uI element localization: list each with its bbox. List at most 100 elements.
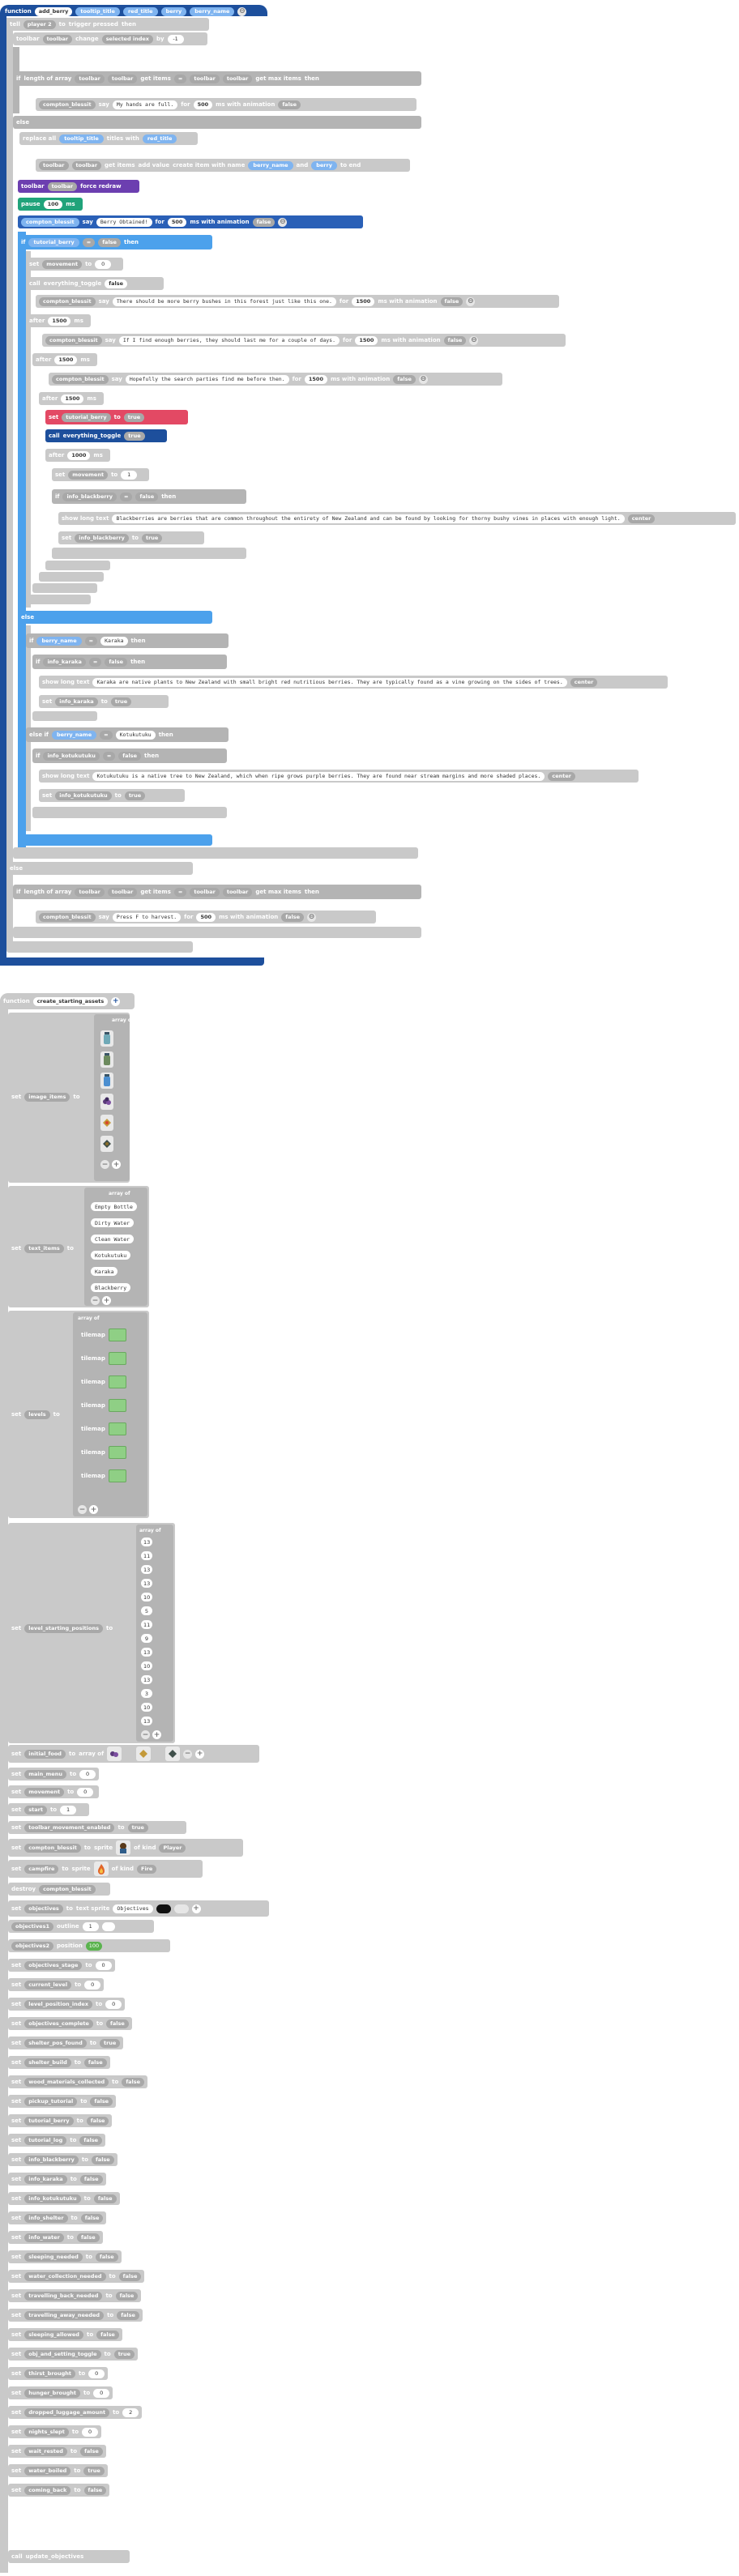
sprite-dropdown[interactable]: compton_blessit <box>39 296 96 306</box>
info-karaka-var[interactable]: info_karaka <box>55 697 98 706</box>
set-variable-block[interactable]: set obj_and_setting_toggle to true <box>8 2348 139 2361</box>
berry-name-var[interactable]: berry_name <box>51 730 97 740</box>
param-tooltip-title[interactable]: tooltip_title <box>75 6 120 16</box>
after-block-2[interactable]: after 1500 ms <box>32 353 97 366</box>
objectives-var[interactable]: objectives1 <box>11 1921 53 1931</box>
tilemap-thumbnail-icon[interactable] <box>108 1352 126 1365</box>
text-item-dirty-water[interactable]: Dirty Water <box>91 1218 135 1227</box>
function-add-berry-header[interactable]: function add_berry tooltip_title red_tit… <box>2 5 250 18</box>
variable-dropdown[interactable]: sleeping_allowed <box>24 2330 83 2339</box>
set-variable-block[interactable]: set sleeping_allowed to false <box>8 2328 122 2341</box>
variable-dropdown[interactable]: sleeping_needed <box>24 2252 83 2262</box>
set-image-items-block[interactable]: set image_items to <box>8 1090 83 1103</box>
say-find-block[interactable]: compton_blessit say If I find enough ber… <box>42 334 566 347</box>
param-berry[interactable]: berry <box>160 6 187 16</box>
position-value[interactable]: 13 <box>141 1565 153 1574</box>
value-input[interactable]: false <box>80 2213 104 2223</box>
long-text[interactable]: Kotukutuku is a native tree to New Zeala… <box>92 771 545 781</box>
red-title-var[interactable]: red_title <box>142 134 177 143</box>
position-value[interactable]: 10 <box>141 1661 153 1670</box>
array-remove-icon[interactable]: − <box>141 1730 150 1739</box>
else-if-kotukutuku-block[interactable]: else if berry_name = Kotukutuku then <box>26 727 229 742</box>
after-duration[interactable]: 1500 <box>48 316 71 326</box>
set-variable-block[interactable]: set level_position_index to 0 <box>8 1998 126 2011</box>
pause-block[interactable]: pause 100 ms <box>18 198 83 211</box>
level-starting-positions-var[interactable]: level_starting_positions <box>24 1623 103 1633</box>
array-add-icon[interactable]: + <box>112 1160 121 1169</box>
food-kotukutuku-icon[interactable] <box>107 1746 122 1761</box>
start-var[interactable]: start <box>24 1805 47 1815</box>
set-movement-block-2[interactable]: set movement to 1 <box>52 468 149 481</box>
call-toggle-block[interactable]: call everything_toggle false <box>26 277 164 290</box>
value-input[interactable]: false <box>91 2155 114 2164</box>
set-variable-block[interactable]: set tutorial_berry to false <box>8 2114 113 2127</box>
duration-dropdown[interactable]: 1500 <box>355 335 378 345</box>
sprite-dropdown[interactable]: compton_blessit <box>39 100 96 109</box>
set-variable-block[interactable]: set info_blackberry to false <box>8 2153 117 2166</box>
text-item-clean-water[interactable]: Clean Water <box>91 1235 135 1243</box>
value-input[interactable]: false <box>96 2330 119 2339</box>
variable-dropdown[interactable]: travelling_away_needed <box>24 2310 105 2320</box>
if-tutorial-block[interactable]: if tutorial_berry = false then <box>18 235 212 249</box>
berry-name-var[interactable]: berry_name <box>36 636 82 646</box>
value-input[interactable]: true <box>83 2466 105 2476</box>
movement-var[interactable]: movement <box>24 1787 65 1797</box>
set-variable-block[interactable]: set shelter_pos_found to true <box>8 2036 124 2049</box>
say-text[interactable]: Hopefully the search parties find me bef… <box>125 374 289 384</box>
toolbar-var[interactable]: toolbar <box>190 887 220 897</box>
tilemap-thumbnail-icon[interactable] <box>108 1469 126 1482</box>
image-items-var[interactable]: image_items <box>24 1092 70 1102</box>
set-objectives-block[interactable]: set objectives to text sprite Objectives… <box>8 1900 269 1917</box>
value-input[interactable]: false <box>86 2116 109 2126</box>
image-bottle-empty-icon[interactable] <box>100 1030 113 1047</box>
variable-dropdown[interactable]: wait_rested <box>24 2446 67 2456</box>
else-block-1[interactable]: else <box>13 116 421 129</box>
set-variable-block[interactable]: set travelling_away_needed to false <box>8 2309 143 2322</box>
tilemap-item[interactable]: tilemap <box>78 1329 130 1341</box>
value-input[interactable]: 0 <box>88 2369 105 2378</box>
add-param-icon[interactable]: + <box>111 996 121 1006</box>
position-value[interactable]: 10 <box>141 1593 153 1601</box>
force-redraw-block[interactable]: toolbar toolbar force redraw <box>18 180 139 193</box>
objectives-position-block[interactable]: objectives2 position 100 <box>8 1939 170 1952</box>
text-item-blackberry[interactable]: Blackberry <box>91 1283 131 1292</box>
function-name[interactable]: add_berry <box>34 6 73 16</box>
value-input[interactable]: 0 <box>84 1980 101 1990</box>
param-berry-name[interactable]: berry_name <box>190 6 235 16</box>
initial-food-var[interactable]: initial_food <box>24 1749 66 1759</box>
animation-dropdown[interactable]: false <box>252 217 276 227</box>
player-sprite-icon[interactable] <box>116 1840 131 1855</box>
if-blackberry-block[interactable]: if info_blackberry = false then <box>52 489 246 504</box>
say-more-block[interactable]: compton_blessit say There should be more… <box>36 295 559 308</box>
variable-dropdown[interactable]: shelter_pos_found <box>24 2038 87 2048</box>
image-bottle-clean-icon[interactable] <box>100 1073 113 1089</box>
if-block-4[interactable]: if length of array toolbar toolbar get i… <box>13 885 421 899</box>
duration-dropdown[interactable]: 500 <box>167 217 187 227</box>
variable-dropdown[interactable]: dropped_luggage_amount <box>24 2408 110 2417</box>
true-dropdown[interactable]: true <box>127 1823 148 1832</box>
set-tutorial-berry-block[interactable]: set tutorial_berry to true <box>45 410 188 424</box>
set-levels-block[interactable]: set levels to <box>8 1408 63 1421</box>
set-variable-block[interactable]: set shelter_build to false <box>8 2056 110 2069</box>
sprite-dropdown[interactable]: compton_blessit <box>39 912 96 922</box>
variable-dropdown[interactable]: current_level <box>24 1980 72 1990</box>
toolbar-var[interactable]: toolbar <box>39 160 69 170</box>
add-param-icon[interactable]: + <box>191 1904 201 1913</box>
image-karaka-icon[interactable] <box>100 1115 113 1131</box>
set-variable-block[interactable]: set wait_rested to false <box>8 2445 106 2458</box>
destroy-block[interactable]: destroy compton_blessit <box>8 1883 110 1896</box>
if-karaka-block[interactable]: if berry_name = Karaka then <box>26 633 229 648</box>
info-blackberry-var[interactable]: info_blackberry <box>62 492 117 501</box>
berry-var[interactable]: berry <box>311 160 337 170</box>
set-toolbar-movement-block[interactable]: set toolbar_movement_enabled to true <box>8 1821 186 1834</box>
value-input[interactable]: 0 <box>93 2388 110 2398</box>
after-block-4[interactable]: after 1000 ms <box>45 449 110 462</box>
levels-var[interactable]: levels <box>24 1410 50 1419</box>
position-value[interactable]: 5 <box>141 1606 152 1615</box>
array-remove-icon[interactable]: − <box>91 1296 100 1305</box>
say-berry-block[interactable]: compton_blessit say Berry Obtained! for … <box>18 215 363 228</box>
set-variable-block[interactable]: set travelling_back_needed to false <box>8 2289 142 2302</box>
position-value[interactable]: 13 <box>141 1717 153 1725</box>
value-input[interactable]: false <box>117 2310 139 2320</box>
show-blackberry-block[interactable]: show long text Blackberries are berries … <box>58 512 736 525</box>
